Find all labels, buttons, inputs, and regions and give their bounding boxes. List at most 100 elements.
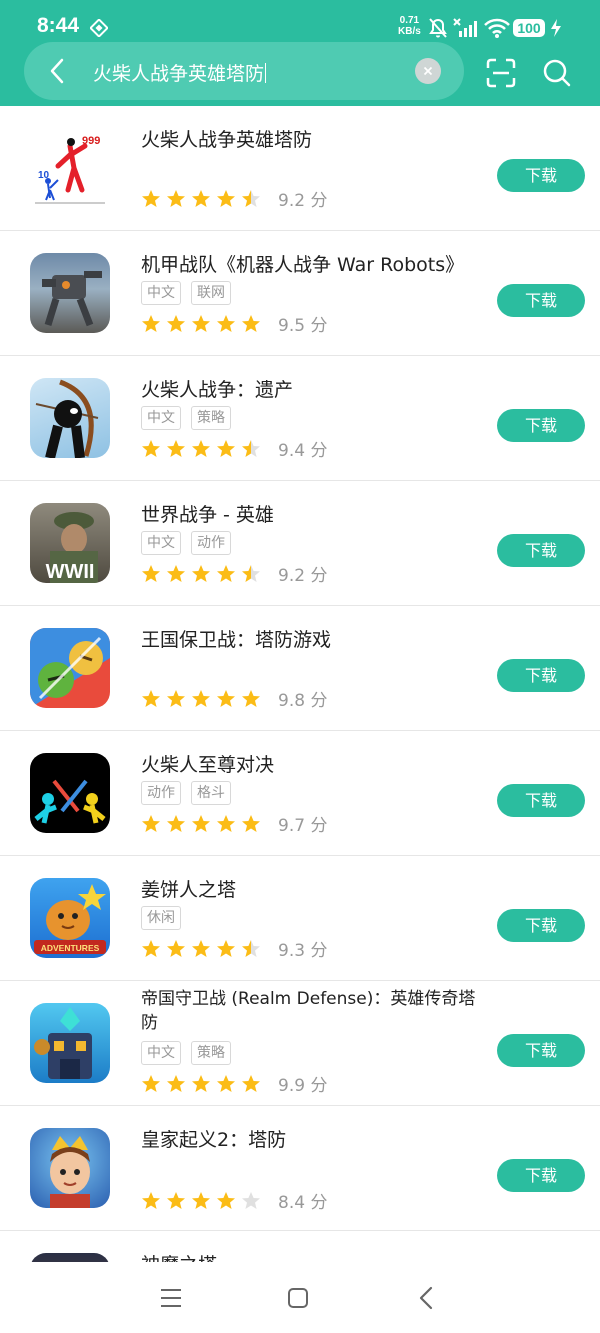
rating-score: 8.4 分 [278,1193,328,1213]
wifi-icon [484,18,510,38]
star-full-icon [167,814,185,832]
menu-icon[interactable] [160,1288,182,1308]
app-rating: 9.2 分 [141,561,327,586]
star-full-icon [167,189,185,207]
star-full-icon [192,1191,210,1209]
list-item[interactable]: 皇家起义2：塔防 8.4 分 下载 [0,1106,600,1231]
search-input[interactable]: 火柴人战争英雄塔防 [93,59,267,86]
star-full-icon [217,314,235,332]
download-button[interactable]: 下载 [497,659,585,692]
app-name[interactable]: 火柴人至尊对决 [141,753,491,777]
clear-search-button[interactable] [415,58,441,84]
app-rating: 9.2 分 [141,186,327,211]
rating-score: 9.8 分 [278,691,328,711]
star-full-icon [167,564,185,582]
star-full-icon [142,189,160,207]
rating-stars [141,313,266,334]
star-full-icon [167,1074,185,1092]
app-rating: 9.3 分 [141,936,328,961]
star-half-icon [242,939,260,957]
app-name[interactable]: 皇家起义2：塔防 [141,1128,491,1152]
download-button[interactable]: 下载 [497,284,585,317]
app-tag: 中文 [141,281,181,305]
star-full-icon [192,564,210,582]
star-full-icon [192,1074,210,1092]
app-name[interactable]: 机甲战队《机器人战争 War Robots》 [141,253,491,277]
app-icon: WWII [30,503,110,583]
download-button[interactable]: 下载 [497,409,585,442]
app-icon [30,628,110,708]
scan-icon[interactable] [486,58,516,88]
home-icon[interactable] [287,1287,309,1309]
download-button[interactable]: 下载 [497,1034,585,1067]
network-speed-value: 0.71 [399,15,420,26]
list-item[interactable]: ADVENTURES 姜饼人之塔 休闲 9.3 分 下载 [0,856,600,981]
app-rating: 9.8 分 [141,686,328,711]
app-tag: 休闲 [141,906,181,930]
search-icon[interactable] [542,58,572,88]
icon-caption: WWII [46,561,95,583]
rating-score: 9.7 分 [278,816,328,836]
download-button[interactable]: 下载 [497,909,585,942]
app-icon [30,1128,110,1208]
app-name[interactable]: 王国保卫战：塔防游戏 [141,628,491,652]
app-icon [30,378,110,458]
app-icon [30,753,110,833]
star-full-icon [142,1191,160,1209]
star-full-icon [217,689,235,707]
star-full-icon [142,939,160,957]
app-icon [30,1003,110,1083]
list-item[interactable]: 帝国守卫战 (Realm Defense)：英雄传奇塔 防 中文 策略 9.9 分… [0,981,600,1106]
app-tags: 中文 策略 [141,1041,241,1065]
back-icon[interactable] [418,1286,434,1310]
app-tags: 休闲 [141,906,191,930]
star-full-icon [242,1074,260,1092]
list-item[interactable]: WWII 世界战争 - 英雄 中文 动作 9.2 分 下载 [0,481,600,606]
rating-stars [141,188,266,209]
list-item[interactable]: 999 10 火柴人战争英雄塔防 9.2 分 下载 [0,106,600,231]
app-tags: 中文 策略 [141,406,241,430]
app-tags: 中文 动作 [141,531,241,555]
app-name[interactable]: 火柴人战争英雄塔防 [141,128,491,152]
star-full-icon [167,689,185,707]
app-tag: 中文 [141,531,181,555]
app-icon: ADVENTURES [30,878,110,958]
star-full-icon [192,189,210,207]
star-full-icon [142,689,160,707]
app-name[interactable]: 帝国守卫战 (Realm Defense)：英雄传奇塔 防 [141,987,491,1035]
search-bar[interactable]: 火柴人战争英雄塔防 [24,42,464,100]
download-button[interactable]: 下载 [497,1159,585,1192]
star-full-icon [167,314,185,332]
download-button[interactable]: 下载 [497,534,585,567]
star-full-icon [217,439,235,457]
rating-score: 9.5 分 [278,316,328,336]
rating-stars [141,1073,266,1094]
rating-score: 9.3 分 [278,941,328,961]
app-name[interactable]: 姜饼人之塔 [141,878,491,902]
network-speed: 0.71 KB/s [398,15,421,37]
star-full-icon [142,564,160,582]
star-full-icon [142,439,160,457]
star-full-icon [192,439,210,457]
star-full-icon [242,314,260,332]
list-item[interactable]: 火柴人战争：遗产 中文 策略 9.4 分 下载 [0,356,600,481]
rating-stars [141,438,266,459]
star-half-icon [242,564,260,582]
download-button[interactable]: 下载 [497,784,585,817]
back-arrow-icon[interactable] [42,55,72,87]
list-item[interactable]: 王国保卫战：塔防游戏 9.8 分 下载 [0,606,600,731]
app-rating: 9.7 分 [141,811,328,836]
list-item[interactable]: 机甲战队《机器人战争 War Robots》 中文 联网 9.5 分 下载 [0,231,600,356]
app-name[interactable]: 世界战争 - 英雄 [141,503,491,527]
app-name-line: 帝国守卫战 (Realm Defense)：英雄传奇塔 [141,989,476,1009]
search-results-list: 999 10 火柴人战争英雄塔防 9.2 分 下载 机甲战队《机器人战争 War [0,106,600,1271]
app-name[interactable]: 火柴人战争：遗产 [141,378,491,402]
app-rating: 9.5 分 [141,311,328,336]
download-button[interactable]: 下载 [497,159,585,192]
star-full-icon [192,689,210,707]
star-full-icon [142,314,160,332]
star-full-icon [217,1074,235,1092]
sync-icon [90,19,108,37]
list-item[interactable]: 火柴人至尊对决 动作 格斗 9.7 分 下载 [0,731,600,856]
battery-indicator: 100 [513,19,545,37]
